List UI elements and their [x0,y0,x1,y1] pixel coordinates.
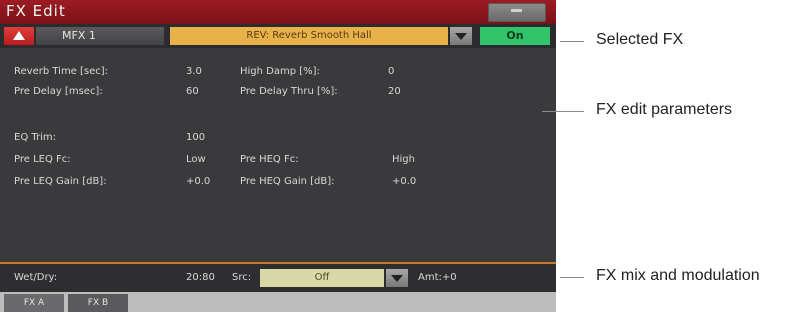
param-label: Pre HEQ Fc: [240,154,299,165]
page-menu-button[interactable] [488,3,546,22]
param-value[interactable]: 3.0 [186,66,202,77]
param-label: Reverb Time [sec]: [14,66,109,77]
window-title: FX Edit [6,2,66,20]
tab-fx-b[interactable]: FX B [68,294,128,312]
param-label: Pre LEQ Fc: [14,154,71,165]
up-arrow-icon [13,31,25,40]
menu-icon [511,9,522,12]
param-value[interactable]: 60 [186,86,199,97]
callout-line-selected-fx [560,41,584,42]
tab-fx-a[interactable]: FX A [4,294,64,312]
param-value[interactable]: 100 [186,132,205,143]
wet-dry-label: Wet/Dry: [14,272,58,283]
modulation-source-field[interactable]: Off [260,269,384,287]
param-label: Pre Delay Thru [%]: [240,86,338,97]
wet-dry-value[interactable]: 20:80 [186,272,215,283]
chevron-down-icon [455,33,467,40]
param-value[interactable]: 20 [388,86,401,97]
callout-mix-mod: FX mix and modulation [596,267,760,284]
callout-line-edit-params [542,111,584,112]
fx-mix-modulation-bar: Wet/Dry: 20:80 Src: Off Amt:+0 [0,264,556,292]
fx-edit-parameters: Reverb Time [sec]: 3.0 High Damp [%]: 0 … [0,48,556,262]
param-label: High Damp [%]: [240,66,320,77]
mfx-selector[interactable]: MFX 1 [36,27,164,45]
fx-selection-bar: MFX 1 REV: Reverb Smooth Hall On [0,24,556,48]
src-dropdown-button[interactable] [386,269,408,287]
param-label: Pre LEQ Gain [dB]: [14,176,107,187]
callout-edit-params: FX edit parameters [596,101,733,118]
selected-fx-field[interactable]: REV: Reverb Smooth Hall [170,27,448,45]
fx-on-button[interactable]: On [480,27,550,45]
src-label: Src: [232,272,252,283]
param-value[interactable]: +0.0 [186,176,210,187]
param-label: Pre Delay [msec]: [14,86,103,97]
callout-selected-fx: Selected FX [596,31,684,48]
param-value[interactable]: +0.0 [392,176,416,187]
chevron-down-icon [391,275,403,282]
home-button[interactable] [4,27,34,45]
param-label: Pre HEQ Gain [dB]: [240,176,335,187]
fx-tab-bar: FX A FX B [0,292,556,312]
amount-value[interactable]: Amt:+0 [418,272,457,283]
param-value[interactable]: Low [186,154,206,165]
param-value[interactable]: 0 [388,66,394,77]
callout-line-mix-mod [560,277,584,278]
param-label: EQ Trim: [14,132,57,143]
title-bar: FX Edit [0,0,556,24]
fx-edit-screen: FX Edit MFX 1 REV: Reverb Smooth Hall On… [0,0,556,312]
fx-dropdown-button[interactable] [450,27,472,45]
param-value[interactable]: High [392,154,415,165]
